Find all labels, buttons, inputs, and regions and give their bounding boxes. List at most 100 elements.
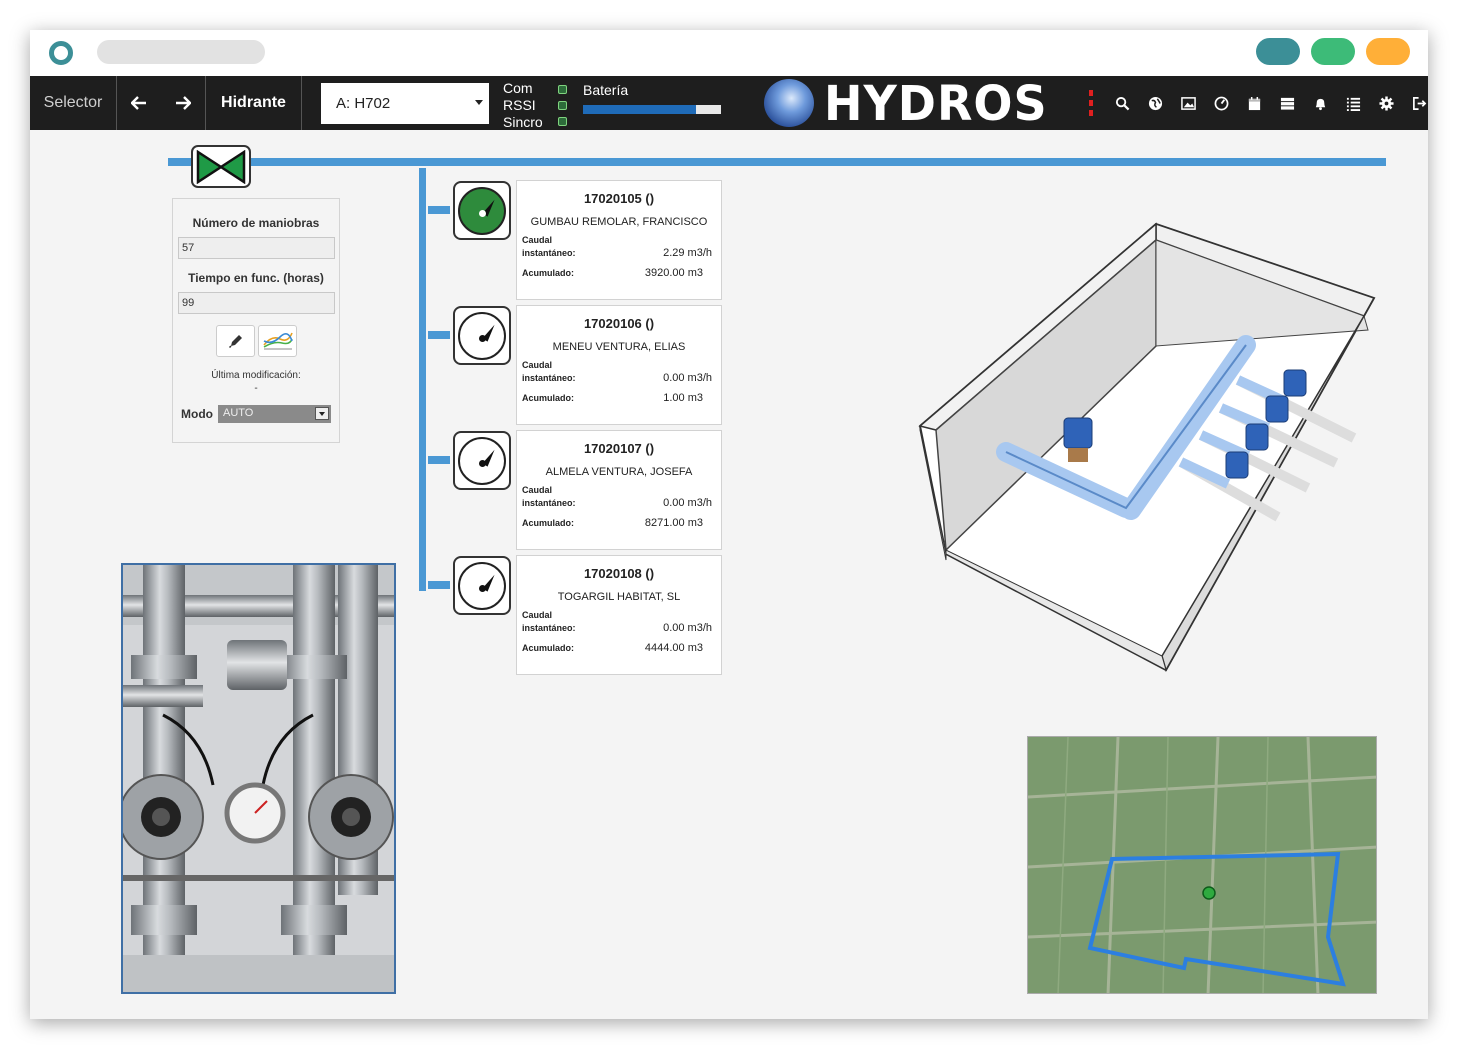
flow-label-2: instantáneo: [522,373,576,383]
window-dot-orange[interactable] [1366,38,1410,65]
search-button[interactable] [1106,88,1139,118]
address-bar[interactable] [97,40,265,64]
hydrant-3d-diagram [916,220,1376,680]
rssi-led-icon [558,101,567,110]
gear-icon [1379,95,1394,111]
meter-gauge-button[interactable] [453,181,511,240]
chevron-down-icon [475,100,483,105]
image-button[interactable] [1172,88,1205,118]
toolbar [1088,76,1428,130]
mode-select[interactable]: AUTO [218,405,331,423]
line-chart-icon [262,332,293,350]
flow-value: 0.00 m3/h [663,622,712,634]
chevron-down-icon [315,407,329,420]
meter-owner: MENEU VENTURA, ELIAS [552,341,686,353]
window-dot-green[interactable] [1311,38,1355,65]
accumulated-label: Acumulado: [522,268,575,278]
accumulated-value: 4444.00 m3 [644,642,703,654]
bell-button[interactable] [1304,88,1337,118]
top-navbar: Selector Hidrante A: H702 Com RSSI Sincr… [30,74,1428,132]
gauge-icon [1214,96,1229,110]
branch-stub [428,456,450,464]
hydrant-parameters-panel: Número de maniobras Tiempo en func. (hor… [172,198,340,443]
logout-button[interactable] [1403,88,1428,118]
battery-label: Batería [583,82,629,98]
hours-label: Tiempo en func. (horas) [188,271,324,285]
gauge-icon [458,311,506,360]
calendar-icon [1248,96,1261,110]
flow-label-2: instantáneo: [522,248,576,258]
com-label: Com [503,80,533,96]
window-dot-teal[interactable] [1256,38,1300,65]
last-modified-value: - [254,383,258,394]
more-vertical-icon[interactable] [1088,90,1094,116]
globe-logo-icon [764,79,814,127]
image-icon [1181,96,1196,110]
accumulated-label: Acumulado: [522,518,575,528]
rssi-label: RSSI [503,97,536,113]
branch-stub [428,331,450,339]
flow-label: Caudal [522,360,553,370]
meter-id: 17020105 () [583,191,655,206]
brand-name: HYDROS [824,74,1048,132]
server-button[interactable] [1271,88,1304,118]
satellite-map-image [1028,737,1376,993]
meter-card[interactable]: 17020106 () MENEU VENTURA, ELIAS Caudal ins… [516,305,722,425]
location-map[interactable] [1027,736,1377,994]
meter-card[interactable]: 17020108 () TOGARGIL HABITAT, SL Caudal ins… [516,555,722,675]
flow-label: Caudal [522,485,553,495]
arrow-left-icon [130,96,146,110]
flow-value: 0.00 m3/h [663,497,712,509]
calendar-button[interactable] [1238,88,1271,118]
maneuvers-field[interactable] [178,237,335,259]
main-valve-button[interactable] [191,145,251,188]
battery-bar [583,105,721,114]
flow-label-2: instantáneo: [522,623,576,633]
accumulated-value: 8271.00 m3 [644,517,703,529]
accumulated-label: Acumulado: [522,643,575,653]
globe-icon [1148,96,1163,110]
arrow-right-icon [175,96,191,110]
list-button[interactable] [1337,88,1370,118]
meter-gauge-button[interactable] [453,306,511,365]
valve-icon [196,149,246,184]
hours-field[interactable] [178,292,335,314]
bell-icon [1315,98,1326,110]
meter-card[interactable]: 17020107 () ALMELA VENTURA, JOSEFA Caudal i… [516,430,722,550]
window-chrome [30,30,1428,76]
branch-pipe-line [419,168,426,591]
branch-stub [428,206,450,214]
battery-bar-fill [583,105,697,114]
meter-id: 17020107 () [583,441,655,456]
app-window: Selector Hidrante A: H702 Com RSSI Sincr… [30,30,1428,1019]
globe-button[interactable] [1139,88,1172,118]
section-label: Hidrante [221,94,286,111]
meter-card[interactable]: 17020105 () GUMBAU REMOLAR, FRANCISCO Caud… [516,180,722,300]
meter-owner: ALMELA VENTURA, JOSEFA [545,466,693,478]
equipment-photo-image [123,565,394,992]
forward-button[interactable] [160,76,206,130]
edit-button[interactable] [216,325,255,357]
flow-label: Caudal [522,610,553,620]
mode-select-value: AUTO [223,407,254,419]
meter-gauge-button[interactable] [453,431,511,490]
chart-button[interactable] [258,325,297,357]
gauge-icon [458,436,506,485]
meter-gauge-button[interactable] [453,556,511,615]
settings-button[interactable] [1370,88,1403,118]
search-icon [1115,96,1130,110]
flow-label: Caudal [522,235,553,245]
gauge-button[interactable] [1205,88,1238,118]
hydrant-select[interactable]: A: H702 [321,83,489,124]
branch-stub [428,581,450,589]
main-pipe-line [168,158,1386,166]
hydrant-3d-diagram-image [918,222,1376,672]
back-button[interactable] [117,76,160,130]
hydrant-select-value: A: H702 [336,95,391,112]
gauge-icon [458,186,506,235]
meter-owner: TOGARGIL HABITAT, SL [557,591,681,603]
selector-button[interactable]: Selector [30,76,117,130]
meter-owner: GUMBAU REMOLAR, FRANCISCO [530,216,708,228]
flow-label-2: instantáneo: [522,498,576,508]
hidrante-tab[interactable]: Hidrante [206,76,302,130]
